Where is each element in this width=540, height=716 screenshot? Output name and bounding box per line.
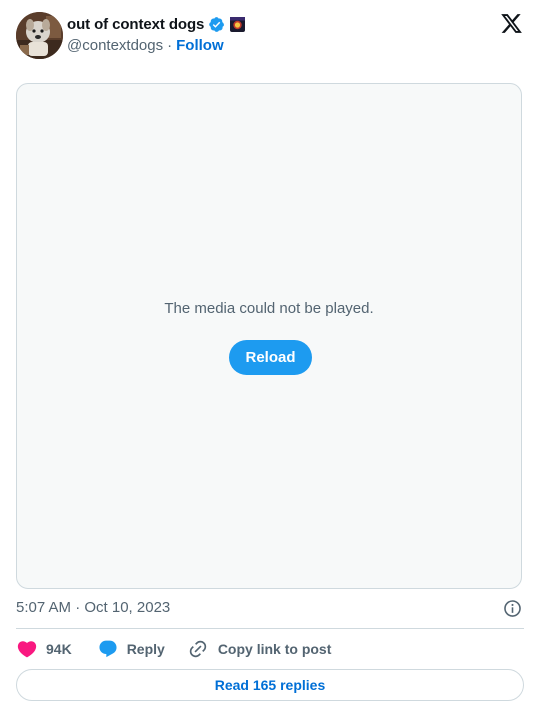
- author-name-row: out of context dogs: [67, 14, 246, 34]
- embedded-post-card: out of context dogs @contextdogs · Follo…: [0, 0, 540, 716]
- info-icon[interactable]: [503, 599, 522, 618]
- copy-link-button[interactable]: Copy link to post: [188, 639, 332, 659]
- like-button[interactable]: 94K: [16, 638, 72, 660]
- avatar[interactable]: [16, 12, 63, 59]
- copy-link-label: Copy link to post: [217, 641, 332, 657]
- link-icon: [189, 640, 207, 658]
- author-handle-row: @contextdogs · Follow: [67, 35, 245, 55]
- media-container: The media could not be played. Reload: [16, 83, 522, 589]
- read-replies-button[interactable]: Read 165 replies: [16, 669, 524, 701]
- reply-label: Reply: [126, 641, 165, 657]
- post-timestamp[interactable]: 5:07 AM · Oct 10, 2023: [16, 599, 170, 616]
- action-bar: 94K Reply Copy link to post: [16, 637, 331, 661]
- author-display-name[interactable]: out of context dogs: [67, 16, 204, 33]
- x-logo-icon[interactable]: [500, 12, 523, 35]
- author-info: out of context dogs @contextdogs · Follo…: [67, 14, 246, 56]
- reload-button[interactable]: Reload: [229, 340, 312, 375]
- media-error-message: The media could not be played.: [164, 300, 374, 317]
- divider: [16, 628, 524, 629]
- verified-badge-icon: [209, 16, 225, 32]
- reply-bubble-icon: [99, 640, 117, 658]
- reply-button[interactable]: Reply: [98, 639, 165, 659]
- avatar-image: [16, 12, 63, 59]
- handle-separator: ·: [167, 36, 173, 54]
- heart-icon: [17, 641, 37, 658]
- follow-link[interactable]: Follow: [176, 37, 224, 54]
- author-handle[interactable]: @contextdogs: [67, 37, 163, 54]
- flag-emoji-icon: [230, 16, 246, 32]
- like-count: 94K: [46, 641, 72, 657]
